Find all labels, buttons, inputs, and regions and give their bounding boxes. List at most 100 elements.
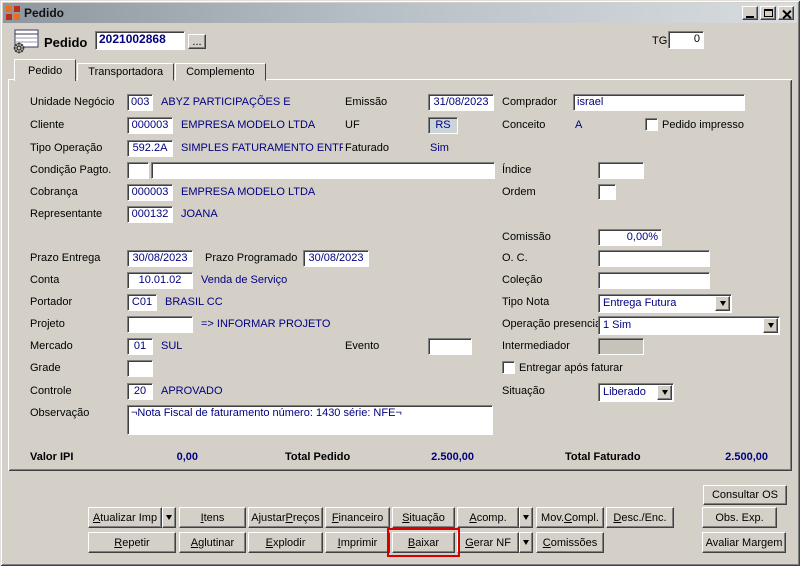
tg-field[interactable]: 0 <box>668 31 704 49</box>
observacao-field[interactable]: ¬Nota Fiscal de faturamento número: 1430… <box>127 405 493 435</box>
projeto-label: Projeto <box>30 318 65 330</box>
tipo-nota-dropdown-button[interactable] <box>715 296 730 311</box>
indice-field[interactable] <box>598 162 644 179</box>
chevron-down-icon <box>523 540 529 545</box>
atualizar-imp-dropdown-button[interactable] <box>162 507 176 528</box>
cliente-desc: EMPRESA MODELO LTDA <box>181 119 316 131</box>
grade-field[interactable] <box>127 360 153 377</box>
situacao-dropdown-button[interactable] <box>657 385 672 400</box>
grade-label: Grade <box>30 362 61 374</box>
tab-complemento[interactable]: Complemento <box>175 63 266 81</box>
chevron-down-icon <box>719 301 726 306</box>
comprador-field[interactable]: israel <box>573 94 745 111</box>
cliente-code-field[interactable]: 000003 <box>127 117 173 134</box>
prazo-programado-field[interactable]: 30/08/2023 <box>303 250 369 267</box>
controle-code-field[interactable]: 20 <box>127 383 153 400</box>
order-lookup-button[interactable]: ... <box>188 34 206 49</box>
mercado-label: Mercado <box>30 340 73 352</box>
entregar-apos-faturar-label: Entregar após faturar <box>519 362 623 374</box>
operacao-presencial-dropdown[interactable]: 1 Sim <box>598 316 780 335</box>
situacao-label: Situação <box>502 385 545 397</box>
comissoes-button[interactable]: Comissões <box>536 532 604 553</box>
total-pedido-label: Total Pedido <box>285 451 351 463</box>
situacao-button[interactable]: Situação <box>392 507 455 528</box>
prazo-entrega-field[interactable]: 30/08/2023 <box>127 250 193 267</box>
uf-label: UF <box>345 119 360 131</box>
ordem-field[interactable] <box>598 184 616 200</box>
intermediador-field <box>598 338 644 355</box>
close-button[interactable] <box>778 6 794 20</box>
mov-compl-button[interactable]: Mov. Compl. <box>536 507 604 528</box>
aglutinar-button[interactable]: Aglutinar <box>179 532 246 553</box>
ajustar-precos-button[interactable]: Ajustar Preços <box>248 507 323 528</box>
conta-code-field[interactable]: 10.01.02 <box>127 272 193 289</box>
evento-label: Evento <box>345 340 380 352</box>
representante-label: Representante <box>30 208 103 220</box>
chevron-down-icon <box>767 323 774 328</box>
emissao-field[interactable]: 31/08/2023 <box>428 94 494 111</box>
acomp-dropdown-button[interactable] <box>519 507 533 528</box>
colecao-label: Coleção <box>502 274 543 286</box>
faturado-label: Faturado <box>345 142 390 154</box>
projeto-field[interactable] <box>127 316 193 333</box>
portador-code-field[interactable]: C01 <box>127 294 157 311</box>
entregar-apos-faturar-checkbox[interactable] <box>502 361 515 374</box>
pedido-impresso-label: Pedido impresso <box>662 119 744 131</box>
valor-ipi-value: 0,00 <box>176 451 198 463</box>
gerar-nf-button[interactable]: Gerar NF <box>457 532 519 553</box>
window-title: Pedido <box>24 6 65 20</box>
representante-desc: JOANA <box>181 208 218 220</box>
comissao-field[interactable]: 0,00% <box>598 229 662 246</box>
tab-transportadora[interactable]: Transportadora <box>77 63 175 81</box>
itens-button[interactable]: Itens <box>179 507 246 528</box>
operacao-presencial-dropdown-button[interactable] <box>763 318 778 333</box>
tipo-operacao-code-field[interactable]: 592.2A <box>127 140 173 157</box>
order-icon <box>12 29 40 58</box>
repetir-button[interactable]: Repetir <box>88 532 176 553</box>
atualizar-imp-button[interactable]: Atualizar Imp <box>88 507 162 528</box>
avaliar-margem-button[interactable]: Avaliar Margem <box>702 532 786 553</box>
situacao-value: Liberado <box>603 386 646 398</box>
uf-field[interactable]: RS <box>428 117 458 134</box>
operacao-presencial-value: 1 Sim <box>603 319 632 331</box>
condicao-pagto-desc-field[interactable] <box>151 162 495 179</box>
situacao-dropdown[interactable]: Liberado <box>598 383 674 402</box>
tipo-operacao-desc: SIMPLES FATURAMENTO ENTREGA FUTUR <box>181 142 343 154</box>
mercado-code-field[interactable]: 01 <box>127 338 153 355</box>
evento-field[interactable] <box>428 338 472 355</box>
maximize-icon <box>763 9 773 17</box>
oc-field[interactable] <box>598 250 710 267</box>
imprimir-button[interactable]: Imprimir <box>325 532 390 553</box>
colecao-field[interactable] <box>598 272 710 289</box>
cobranca-code-field[interactable]: 000003 <box>127 184 173 201</box>
financeiro-button[interactable]: Financeiro <box>325 507 390 528</box>
conceito-label: Conceito <box>502 119 546 131</box>
valor-ipi-label: Valor IPI <box>30 451 74 463</box>
pedido-window: Pedido Pedido 2021002868 ... TG 0 Pedido… <box>0 0 800 566</box>
app-icon <box>6 6 20 20</box>
obs-exp-button[interactable]: Obs. Exp. <box>702 507 777 528</box>
faturado-value: Sim <box>430 142 449 154</box>
oc-label: O. C. <box>502 252 528 264</box>
minimize-button[interactable] <box>742 6 758 20</box>
gerar-nf-dropdown-button[interactable] <box>519 532 533 553</box>
representante-code-field[interactable]: 000132 <box>127 206 173 223</box>
tipo-nota-dropdown[interactable]: Entrega Futura <box>598 294 732 313</box>
titlebar: Pedido <box>3 3 797 23</box>
pedido-impresso-checkbox[interactable] <box>645 118 658 131</box>
consultar-os-button[interactable]: Consultar OS <box>703 485 787 505</box>
condicao-pagto-label: Condição Pagto. <box>30 164 112 176</box>
tg-label: TG <box>652 35 668 47</box>
desc-enc-button[interactable]: Desc./Enc. <box>606 507 674 528</box>
indice-label: Índice <box>502 164 532 176</box>
tab-pedido[interactable]: Pedido <box>14 59 77 81</box>
maximize-button[interactable] <box>760 6 776 20</box>
order-number-field[interactable]: 2021002868 <box>95 31 185 50</box>
unidade-negocio-code-field[interactable]: 003 <box>127 94 153 111</box>
total-pedido-value: 2.500,00 <box>431 451 474 463</box>
ordem-label: Ordem <box>502 186 536 198</box>
condicao-pagto-code-field[interactable] <box>127 162 149 179</box>
baixar-button[interactable]: Baixar <box>392 532 455 553</box>
explodir-button[interactable]: Explodir <box>248 532 323 553</box>
acomp-button[interactable]: Acomp. <box>457 507 519 528</box>
